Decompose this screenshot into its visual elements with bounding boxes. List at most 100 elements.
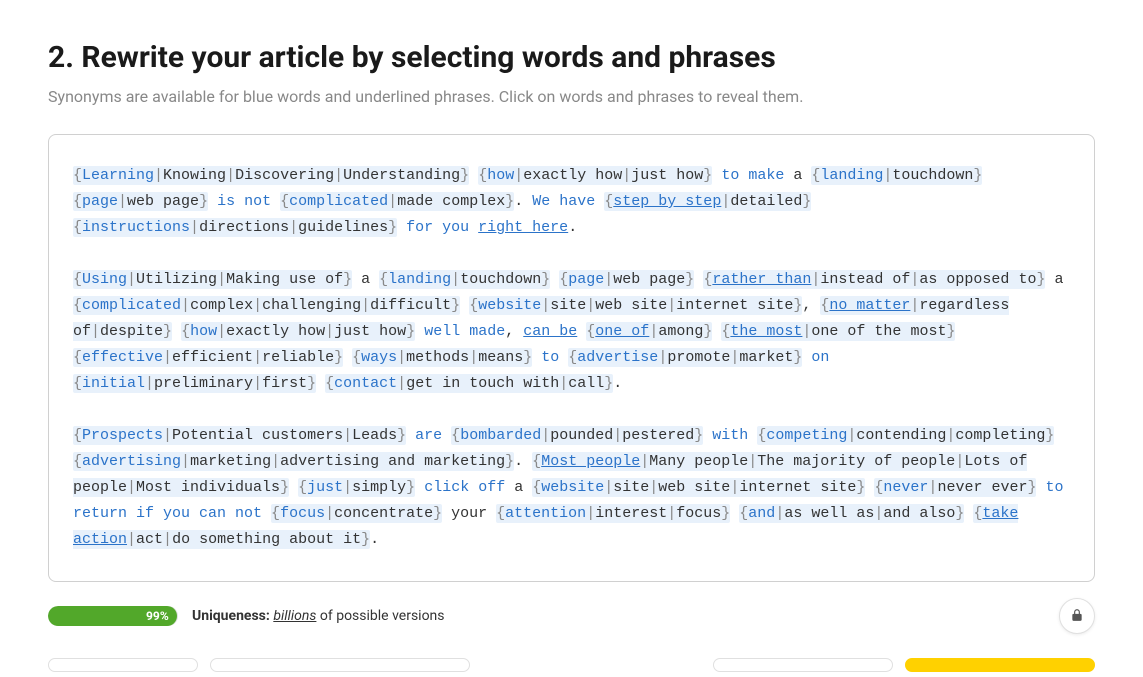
- alt-word[interactable]: despite: [100, 323, 163, 340]
- synonym-group[interactable]: {advertising|marketing|advertising and m…: [73, 452, 514, 471]
- alt-word[interactable]: first: [262, 375, 307, 392]
- alt-word[interactable]: internet site: [676, 297, 793, 314]
- synonym-group[interactable]: {one of|among}: [586, 322, 712, 341]
- selected-word[interactable]: Using: [82, 271, 127, 288]
- phrase[interactable]: well made: [424, 323, 505, 340]
- alt-word[interactable]: Leads: [352, 427, 397, 444]
- selected-word[interactable]: never: [883, 479, 928, 496]
- synonym-group[interactable]: {attention|interest|focus}: [496, 504, 730, 523]
- alt-word[interactable]: marketing: [190, 453, 271, 470]
- selected-word[interactable]: Prospects: [82, 427, 163, 444]
- phrase[interactable]: We have: [532, 193, 595, 210]
- alt-word[interactable]: site: [550, 297, 586, 314]
- alt-word[interactable]: reliable: [262, 349, 334, 366]
- alt-word[interactable]: touchdown: [892, 167, 973, 184]
- selected-word[interactable]: step by step: [613, 193, 721, 210]
- alt-word[interactable]: Discovering: [235, 167, 334, 184]
- synonym-group[interactable]: {Learning|Knowing|Discovering|Understand…: [73, 166, 469, 185]
- synonym-group[interactable]: {website|site|web site|internet site}: [532, 478, 865, 497]
- alt-word[interactable]: instead of: [820, 271, 910, 288]
- alt-word[interactable]: difficult: [370, 297, 451, 314]
- selected-word[interactable]: how: [190, 323, 217, 340]
- alt-word[interactable]: Many people: [649, 453, 748, 470]
- phrase[interactable]: for you: [406, 219, 469, 236]
- alt-word[interactable]: challenging: [262, 297, 361, 314]
- phrase[interactable]: with: [712, 427, 748, 444]
- alt-word[interactable]: concentrate: [334, 505, 433, 522]
- synonym-group[interactable]: {ways|methods|means}: [352, 348, 532, 367]
- phrase[interactable]: are: [415, 427, 442, 444]
- synonym-group[interactable]: {just|simply}: [298, 478, 415, 497]
- synonym-group[interactable]: {the most|one of the most}: [721, 322, 955, 341]
- selected-word[interactable]: website: [478, 297, 541, 314]
- synonym-group[interactable]: {Prospects|Potential customers|Leads}: [73, 426, 406, 445]
- selected-word[interactable]: advertise: [577, 349, 658, 366]
- primary-action-button[interactable]: [905, 658, 1095, 672]
- phrase[interactable]: to: [541, 349, 559, 366]
- alt-word[interactable]: preliminary: [154, 375, 253, 392]
- selected-word[interactable]: attention: [505, 505, 586, 522]
- selected-word[interactable]: the most: [730, 323, 802, 340]
- alt-word[interactable]: contending: [856, 427, 946, 444]
- selected-word[interactable]: website: [541, 479, 604, 496]
- alt-word[interactable]: act: [136, 531, 163, 548]
- alt-word[interactable]: Most individuals: [136, 479, 280, 496]
- lock-button[interactable]: [1059, 598, 1095, 634]
- alt-word[interactable]: Potential customers: [172, 427, 343, 444]
- synonym-group[interactable]: {landing|touchdown}: [811, 166, 982, 185]
- synonym-group[interactable]: {page|web page}: [559, 270, 694, 289]
- synonym-group[interactable]: {Using|Utilizing|Making use of}: [73, 270, 352, 289]
- alt-word[interactable]: pestered: [622, 427, 694, 444]
- alt-word[interactable]: among: [658, 323, 703, 340]
- selected-word[interactable]: complicated: [82, 297, 181, 314]
- selected-word[interactable]: instructions: [82, 219, 190, 236]
- synonym-group[interactable]: {contact|get in touch with|call}: [325, 374, 613, 393]
- alt-word[interactable]: just how: [334, 323, 406, 340]
- selected-word[interactable]: ways: [361, 349, 397, 366]
- synonym-group[interactable]: {landing|touchdown}: [379, 270, 550, 289]
- selected-word[interactable]: one of: [595, 323, 649, 340]
- alt-word[interactable]: internet site: [739, 479, 856, 496]
- selected-word[interactable]: Most people: [541, 453, 640, 470]
- alt-word[interactable]: Utilizing: [136, 271, 217, 288]
- button-placeholder-1[interactable]: [48, 658, 198, 672]
- synonym-group[interactable]: {complicated|made complex}: [280, 192, 514, 211]
- alt-word[interactable]: get in touch with: [406, 375, 559, 392]
- alt-word[interactable]: focus: [676, 505, 721, 522]
- phrase[interactable]: right here: [478, 219, 568, 236]
- alt-word[interactable]: made complex: [397, 193, 505, 210]
- alt-word[interactable]: touchdown: [460, 271, 541, 288]
- alt-word[interactable]: web page: [613, 271, 685, 288]
- alt-word[interactable]: simply: [352, 479, 406, 496]
- alt-word[interactable]: call: [568, 375, 604, 392]
- synonym-group[interactable]: {bombarded|pounded|pestered}: [451, 426, 703, 445]
- alt-word[interactable]: complex: [190, 297, 253, 314]
- selected-word[interactable]: rather than: [712, 271, 811, 288]
- selected-word[interactable]: and: [748, 505, 775, 522]
- alt-word[interactable]: site: [613, 479, 649, 496]
- selected-word[interactable]: advertising: [82, 453, 181, 470]
- selected-word[interactable]: focus: [280, 505, 325, 522]
- alt-word[interactable]: means: [478, 349, 523, 366]
- selected-word[interactable]: no matter: [829, 297, 910, 314]
- spintax-editor[interactable]: {Learning|Knowing|Discovering|Understand…: [48, 134, 1095, 582]
- alt-word[interactable]: efficient: [172, 349, 253, 366]
- alt-word[interactable]: interest: [595, 505, 667, 522]
- phrase[interactable]: can be: [523, 323, 577, 340]
- alt-word[interactable]: web site: [658, 479, 730, 496]
- selected-word[interactable]: bombarded: [460, 427, 541, 444]
- selected-word[interactable]: contact: [334, 375, 397, 392]
- selected-word[interactable]: competing: [766, 427, 847, 444]
- alt-word[interactable]: guidelines: [298, 219, 388, 236]
- selected-word[interactable]: complicated: [289, 193, 388, 210]
- selected-word[interactable]: effective: [82, 349, 163, 366]
- alt-word[interactable]: web site: [595, 297, 667, 314]
- selected-word[interactable]: page: [82, 193, 118, 210]
- button-placeholder-3[interactable]: [713, 658, 893, 672]
- alt-word[interactable]: one of the most: [811, 323, 946, 340]
- alt-word[interactable]: directions: [199, 219, 289, 236]
- synonym-group[interactable]: {rather than|instead of|as opposed to}: [703, 270, 1045, 289]
- alt-word[interactable]: market: [739, 349, 793, 366]
- synonym-group[interactable]: {how|exactly how|just how}: [478, 166, 712, 185]
- selected-word[interactable]: Learning: [82, 167, 154, 184]
